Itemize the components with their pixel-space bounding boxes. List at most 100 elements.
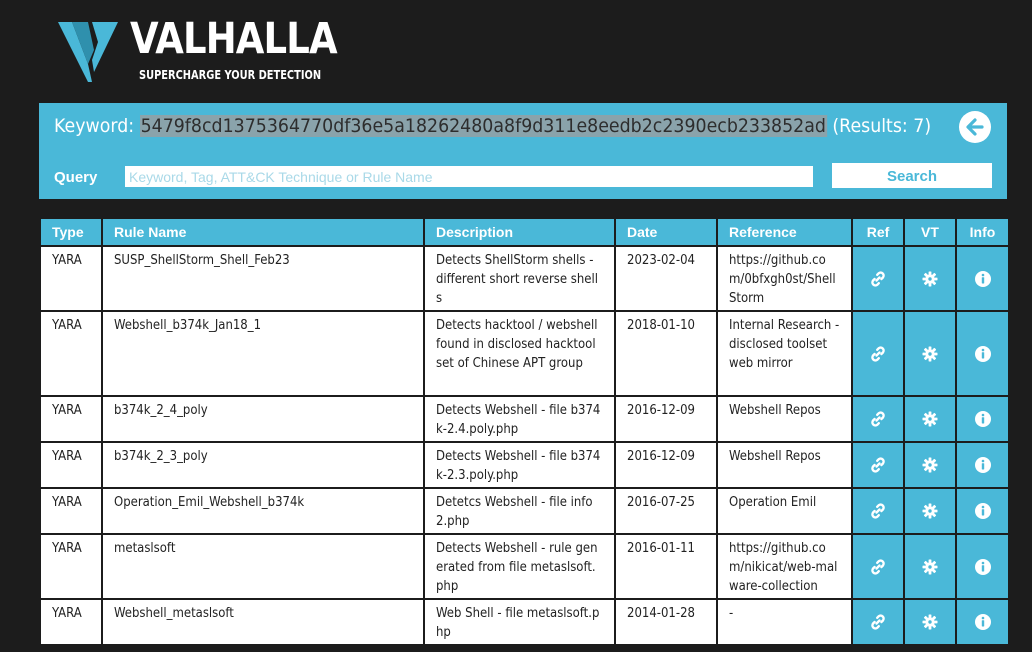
cell-date: 2016-01-11 [614, 533, 718, 600]
link-icon [871, 411, 885, 427]
info-button[interactable] [955, 487, 1010, 535]
table-row: YARA Webshell_b374k_Jan18_1 Detects hackto… [39, 310, 1010, 397]
cell-type: YARA [39, 441, 103, 489]
ref-link-button[interactable] [851, 245, 905, 312]
vt-button[interactable] [903, 441, 957, 489]
back-button[interactable] [959, 111, 991, 143]
column-header-type[interactable]: Type [39, 217, 103, 247]
cell-reference: Internal Research - disclosed toolset we… [716, 310, 853, 397]
gear-icon [922, 411, 938, 427]
cell-rule-name[interactable]: metaslsoft [101, 533, 425, 600]
table-row: YARA SUSP_ShellStorm_Shell_Feb23 Detects S… [39, 245, 1010, 312]
table-row: YARA Operation_Emil_Webshell_b374k Detetcs… [39, 487, 1010, 535]
cell-date: 2023-02-04 [614, 245, 718, 312]
link-icon [871, 270, 885, 287]
ref-link-button[interactable] [851, 533, 905, 600]
gear-icon [922, 559, 938, 574]
cell-rule-name[interactable]: Webshell_metaslsoft [101, 598, 425, 646]
gear-icon [922, 346, 938, 361]
link-icon [871, 457, 885, 473]
link-icon [871, 345, 885, 362]
ref-link-button[interactable] [851, 310, 905, 397]
cell-description: Detects Webshell - rule generated from f… [423, 533, 616, 600]
cell-reference: https://github.com/0bfxgh0st/ShellStorm [716, 245, 853, 312]
cell-type: YARA [39, 310, 103, 397]
cell-rule-name[interactable]: SUSP_ShellStorm_Shell_Feb23 [101, 245, 425, 312]
cell-type: YARA [39, 245, 103, 312]
info-icon [974, 614, 991, 630]
column-header-description[interactable]: Description [423, 217, 616, 247]
gear-icon [922, 271, 938, 286]
cell-reference: https://github.com/nikicat/web-malware-c… [716, 533, 853, 600]
cell-description: Detects Webshell - file b374k-2.4.poly.p… [423, 395, 616, 443]
ref-link-button[interactable] [851, 598, 905, 646]
info-icon [974, 503, 991, 519]
arrow-left-icon [966, 118, 984, 136]
search-input[interactable] [125, 166, 813, 187]
info-icon [974, 457, 991, 473]
cell-type: YARA [39, 487, 103, 535]
ref-link-button[interactable] [851, 441, 905, 489]
info-button[interactable] [955, 533, 1010, 600]
cell-reference: Webshell Repos [716, 395, 853, 443]
column-header-rule-name[interactable]: Rule Name [101, 217, 425, 247]
table-row: YARA b374k_2_3_poly Detects Webshell - fil… [39, 441, 1010, 489]
info-button[interactable] [955, 245, 1010, 312]
info-icon [974, 558, 991, 575]
link-icon [871, 558, 885, 575]
vt-button[interactable] [903, 245, 957, 312]
cell-rule-name[interactable]: b374k_2_4_poly [101, 395, 425, 443]
column-header-info: Info [955, 217, 1010, 247]
info-button[interactable] [955, 441, 1010, 489]
link-icon [871, 614, 885, 630]
vt-button[interactable] [903, 598, 957, 646]
keyword-line: Keyword: 5479f8cd1375364770df36e5a182624… [54, 115, 931, 137]
cell-description: Web Shell - file metaslsoft.php [423, 598, 616, 646]
cell-reference: Operation Emil [716, 487, 853, 535]
results-table: Type Rule Name Description Date Referenc… [39, 217, 1010, 646]
vt-button[interactable] [903, 310, 957, 397]
column-header-vt: VT [903, 217, 957, 247]
logo[interactable]: VALHALLA SUPERCHARGE YOUR DETECTION [58, 14, 348, 84]
vt-button[interactable] [903, 395, 957, 443]
ref-link-button[interactable] [851, 487, 905, 535]
keyword-value[interactable]: 5479f8cd1375364770df36e5a18262480a8f9d31… [139, 115, 827, 137]
cell-date: 2018-01-10 [614, 310, 718, 397]
info-button[interactable] [955, 310, 1010, 397]
cell-reference: - [716, 598, 853, 646]
cell-date: 2016-12-09 [614, 395, 718, 443]
cell-date: 2016-12-09 [614, 441, 718, 489]
search-button[interactable]: Search [832, 163, 992, 188]
column-header-date[interactable]: Date [614, 217, 718, 247]
cell-description: Detetcs Webshell - file info2.php [423, 487, 616, 535]
info-button[interactable] [955, 598, 1010, 646]
vt-button[interactable] [903, 533, 957, 600]
table-row: YARA b374k_2_4_poly Detects Webshell - fil… [39, 395, 1010, 443]
info-icon [974, 345, 991, 362]
cell-type: YARA [39, 395, 103, 443]
gear-icon [922, 614, 938, 630]
brand-name: VALHALLA [130, 14, 338, 64]
table-row: YARA metaslsoft Detects Webshell - rule ge… [39, 533, 1010, 600]
results-count: (Results: 7) [832, 115, 932, 137]
vt-button[interactable] [903, 487, 957, 535]
cell-description: Detects Webshell - file b374k-2.3.poly.p… [423, 441, 616, 489]
query-label: Query [54, 169, 98, 186]
cell-rule-name[interactable]: b374k_2_3_poly [101, 441, 425, 489]
info-button[interactable] [955, 395, 1010, 443]
cell-rule-name[interactable]: Webshell_b374k_Jan18_1 [101, 310, 425, 397]
cell-description: Detects hacktool / webshell found in dis… [423, 310, 616, 397]
search-panel: Keyword: 5479f8cd1375364770df36e5a182624… [39, 103, 1007, 199]
cell-description: Detects ShellStorm shells - different sh… [423, 245, 616, 312]
brand-tagline: SUPERCHARGE YOUR DETECTION [139, 68, 322, 82]
link-icon [871, 503, 885, 519]
cell-type: YARA [39, 598, 103, 646]
info-icon [974, 270, 991, 287]
cell-reference: Webshell Repos [716, 441, 853, 489]
gear-icon [922, 457, 938, 473]
ref-link-button[interactable] [851, 395, 905, 443]
column-header-reference[interactable]: Reference [716, 217, 853, 247]
info-icon [974, 411, 991, 427]
cell-rule-name[interactable]: Operation_Emil_Webshell_b374k [101, 487, 425, 535]
cell-date: 2014-01-28 [614, 598, 718, 646]
